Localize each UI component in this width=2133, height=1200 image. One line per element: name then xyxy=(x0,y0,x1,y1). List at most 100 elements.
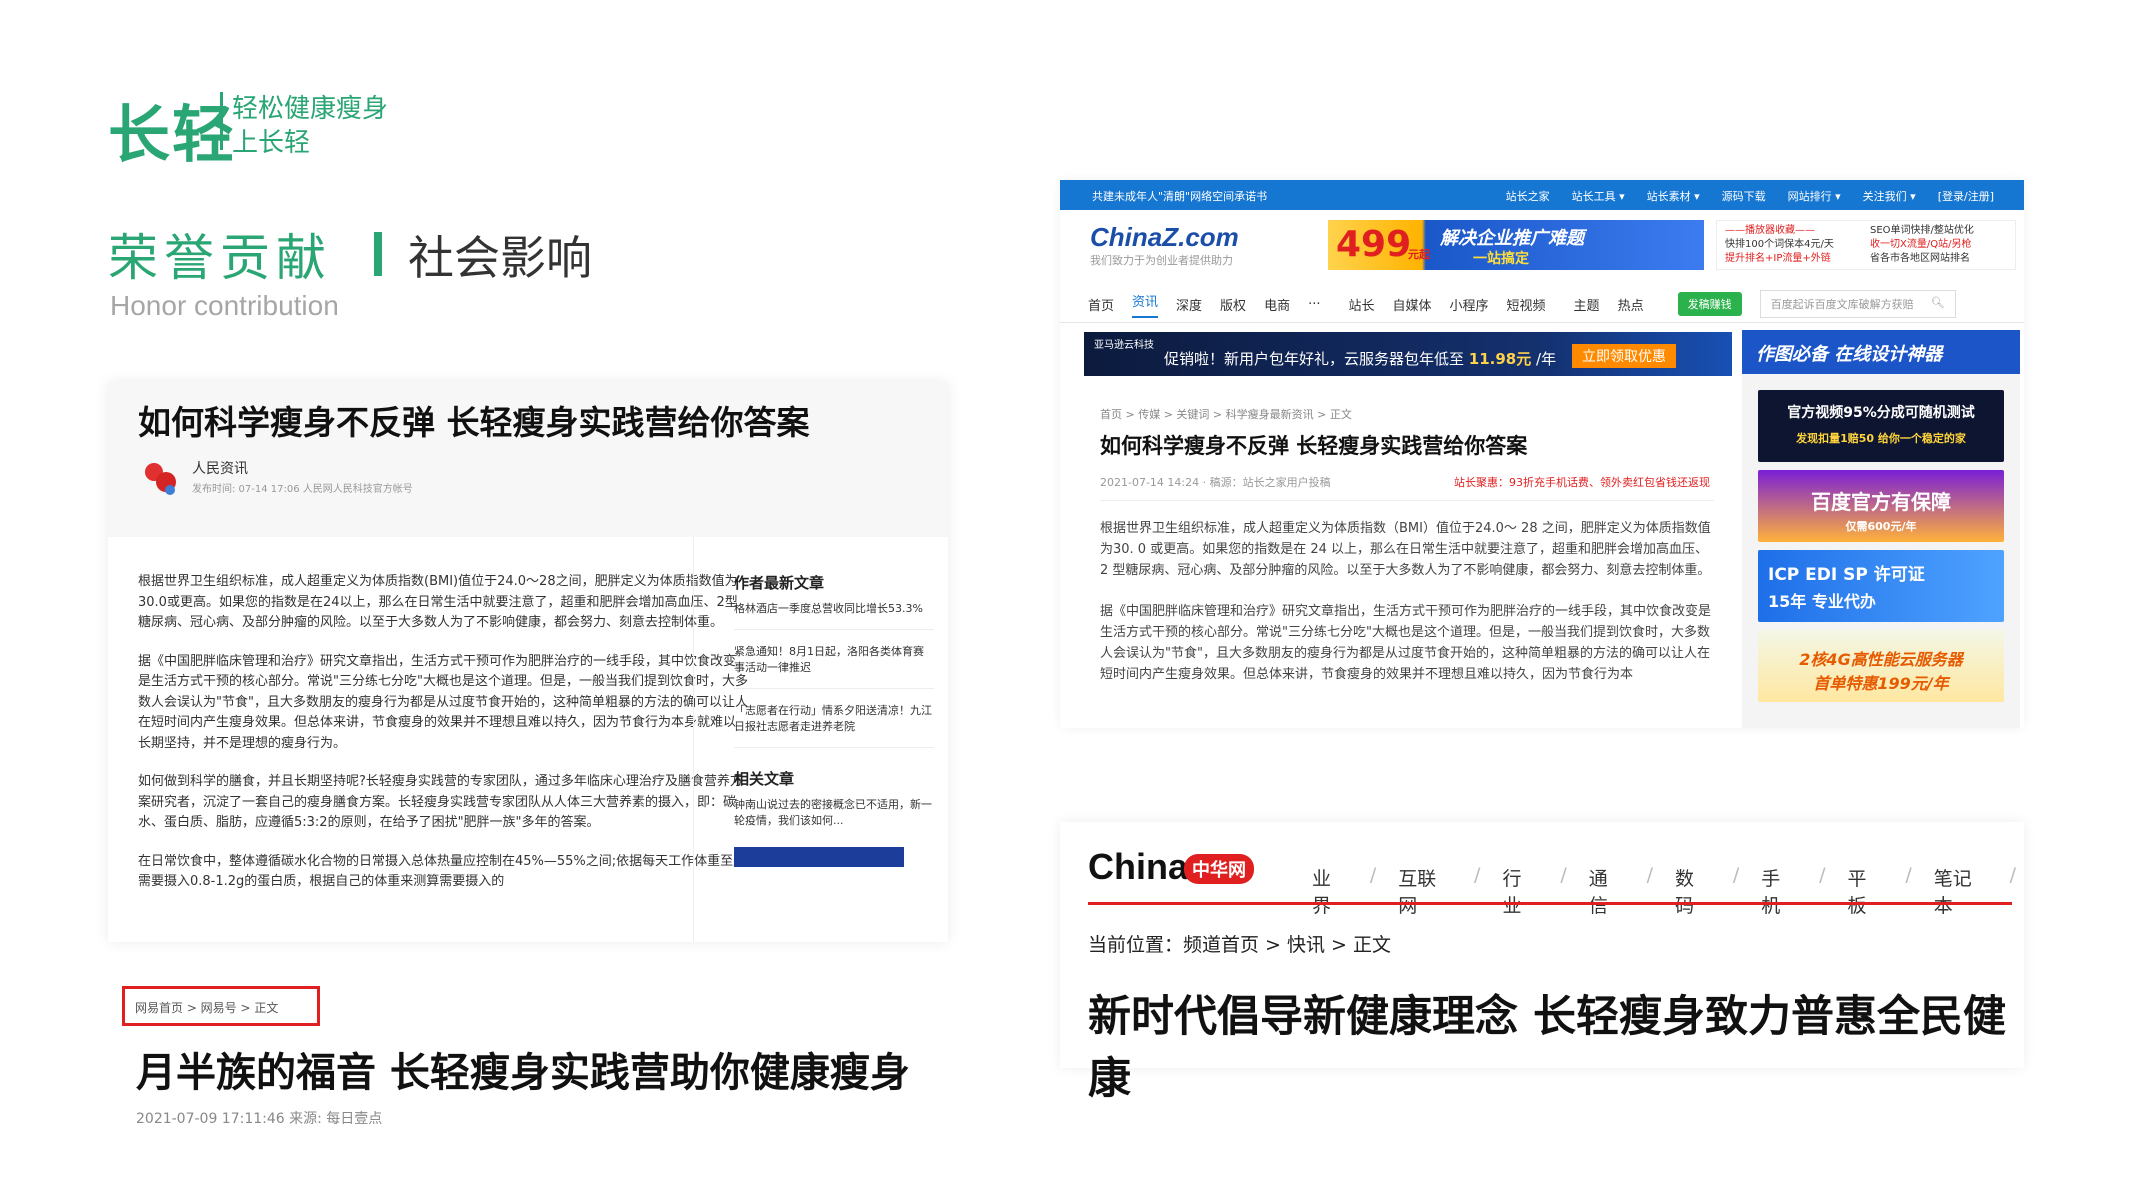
related-article-link[interactable]: 钟南山说过去的密接概念已不适用，新一轮疫情，我们该如何... xyxy=(734,797,934,841)
nav-item[interactable]: 深度 xyxy=(1176,295,1202,314)
nav-item[interactable]: 主题 xyxy=(1574,295,1600,314)
topbar-link[interactable]: 源码下载 xyxy=(1722,188,1766,204)
article-title[interactable]: 如何科学瘦身不反弹 长轻瘦身实践营给你答案 xyxy=(138,396,810,444)
nav-item[interactable]: 互联网 xyxy=(1384,864,1466,918)
netease-breadcrumb[interactable]: 网易首页 > 网易号 > 正文 xyxy=(135,999,278,1016)
login-link[interactable]: [登录/注册] xyxy=(1938,188,1994,204)
sidebar-article-link[interactable]: 格林酒店一季度总营收同比增长53.3% xyxy=(734,601,934,630)
nav-item[interactable]: 业界 xyxy=(1298,864,1362,918)
nav-item[interactable]: 电商 xyxy=(1264,295,1290,314)
text-ad-block[interactable]: ——播放器收藏—— SEO单词快排/整站优化 快排100个词保本4元/天 收一切… xyxy=(1716,220,2016,270)
sidebar-article-link[interactable]: 紧急通知！8月1日起，洛阳各类体育赛事活动一律推迟 xyxy=(734,644,934,689)
nav-item[interactable]: 笔记本 xyxy=(1920,864,2002,918)
ad-line: ICP EDI SP 许可证 xyxy=(1768,565,1925,585)
claim-offer-button[interactable]: 立即领取优惠 xyxy=(1572,344,1676,368)
nav-item[interactable]: 通信 xyxy=(1575,864,1639,918)
article-sidebar: 作者最新文章 格林酒店一季度总营收同比增长53.3% 紧急通知！8月1日起，洛阳… xyxy=(734,572,934,867)
article-paragraph: 根据世界卫生组织标准，成人超重定义为体质指数（BMI）值位于24.0～ 28 之… xyxy=(1100,521,1711,578)
article-meta: 2021-07-14 14:24 · 稿源：站长之家用户投稿 xyxy=(1100,476,1331,489)
nav-item[interactable]: 平板 xyxy=(1834,864,1898,918)
baidu-ad[interactable]: 百度官方有保障 仅需600元/年 xyxy=(1758,470,2004,542)
text-ad[interactable]: 收一切X流量/Q站/另枪 xyxy=(1870,238,2007,252)
nav-item[interactable]: 小程序 xyxy=(1450,295,1489,314)
ad-line: 仅需600元/年 xyxy=(1845,520,1917,533)
logo-divider xyxy=(220,92,223,150)
topbar-link[interactable]: 站长素材 ▾ xyxy=(1647,188,1700,204)
logo-slogan-2: 上长轻 xyxy=(232,128,311,158)
cloud-server-ad[interactable]: 2核4G高性能云服务器 首单特惠199元/年 xyxy=(1758,630,2004,702)
nav-item[interactable]: 热点 xyxy=(1618,295,1644,314)
topbar-link[interactable]: 站长工具 ▾ xyxy=(1572,188,1625,204)
banner-price: 11.98元 xyxy=(1468,350,1532,368)
nav-item[interactable]: 首页 xyxy=(1088,295,1114,314)
promo-banner[interactable]: 499 元起 解决企业推广难题 一站搞定 xyxy=(1328,220,1704,270)
page-subtitle: 社会影响 xyxy=(408,231,592,285)
nav-item[interactable]: 行业 xyxy=(1488,864,1552,918)
topbar-notice[interactable]: 共建未成年人"清朗"网络空间承诺书 xyxy=(1092,188,1267,204)
nav-item[interactable]: 自媒体 xyxy=(1393,295,1432,314)
topbar-link[interactable]: 站长之家 xyxy=(1506,188,1550,204)
chinaz-topbar: 共建未成年人"清朗"网络空间承诺书 站长之家 站长工具 ▾ 站长素材 ▾ 源码下… xyxy=(1060,180,2024,210)
netease-article-title[interactable]: 月半族的福音 长轻瘦身实践营助你健康瘦身 xyxy=(136,1040,910,1098)
search-input[interactable]: 百度起诉百度文库破解方获赔 🔍︎ xyxy=(1759,290,1956,318)
ad-line: 发现扣量1赔50 给你一个稳定的家 xyxy=(1796,432,1966,445)
video-ad[interactable]: 官方视频95%分成可随机测试 发现扣量1赔50 给你一个稳定的家 xyxy=(1758,390,2004,462)
topbar-link[interactable]: 关注我们 ▾ xyxy=(1863,188,1916,204)
breadcrumb[interactable]: 首页 > 传媒 > 关键词 > 科学瘦身最新资讯 > 正文 xyxy=(1100,406,1352,422)
ad-line: 15年 专业代办 xyxy=(1768,592,1876,611)
nav-divider xyxy=(1060,322,2024,323)
chinacom-article-card: China 中华网 业界 / 互联网 / 行业 / 通信 / 数码 / 手机 / 平板 / 笔… xyxy=(1060,822,2024,1104)
china-com-logo[interactable]: China xyxy=(1088,846,1188,888)
article-paragraph: 如何做到科学的膳食，并且长期坚持呢?长轻瘦身实践营的专家团队，通过多年临床心理治… xyxy=(138,774,743,830)
banner-price: 499 xyxy=(1336,224,1412,265)
text-ad[interactable]: 省各市各地区网站排名 xyxy=(1870,252,2007,266)
topbar-link[interactable]: 网站排行 ▾ xyxy=(1788,188,1841,204)
sidebar-heading-related: 相关文章 xyxy=(734,770,795,788)
nav-item[interactable]: 数码 xyxy=(1661,864,1725,918)
nav-item[interactable]: 手机 xyxy=(1747,864,1811,918)
banner-brand: 亚马逊云科技 xyxy=(1094,340,1154,351)
sidebar-article-link[interactable]: 「志愿者在行动」情系夕阳送清凉！九江日报社志愿者走进养老院 xyxy=(734,703,934,748)
design-tool-banner[interactable]: 作图必备 在线设计神器 xyxy=(1742,330,2020,374)
cloud-promo-banner[interactable]: 亚马逊云科技 促销啦！新用户包年好礼，云服务器包年低至 11.98元 /年 立即… xyxy=(1084,332,1732,376)
sidebar-heading-latest: 作者最新文章 xyxy=(734,574,825,592)
text-ad[interactable]: SEO单词快排/整站优化 xyxy=(1870,224,2007,238)
ad-sidebar: 作图必备 在线设计神器 官方视频95%分成可随机测试 发现扣量1赔50 给你一个… xyxy=(1742,330,2020,728)
banner-promo-text: 促销啦！新用户包年好礼，云服务器包年低至 xyxy=(1164,350,1465,368)
search-icon[interactable]: 🔍︎ xyxy=(1931,296,1945,312)
banner-text-2: 一站搞定 xyxy=(1473,251,1529,267)
text-ad[interactable]: ——播放器收藏—— xyxy=(1725,224,1862,238)
page-title-en: Honor contribution xyxy=(110,290,339,321)
netease-breadcrumb-highlight: 网易首页 > 网易号 > 正文 xyxy=(122,986,320,1026)
page-title: 荣誉贡献 xyxy=(108,229,332,287)
article-paragraph: 在日常饮食中，整体遵循碳水化合物的日常摄入总体热量应控制在45%—55%之间;依… xyxy=(138,853,747,890)
article-title: 新时代倡导新健康理念 长轻瘦身致力普惠全民健康 xyxy=(1088,992,2006,1104)
hot-deal-link[interactable]: 站长聚惠：93折充手机话费、领外卖红包省钱还返现 xyxy=(1454,474,1710,490)
banner-text: 促销啦！新用户包年好礼，云服务器包年低至 11.98元 /年 xyxy=(1164,348,1556,369)
nav-item[interactable]: 版权 xyxy=(1220,295,1246,314)
article-body: 根据世界卫生组织标准，成人超重定义为体质指数（BMI）值位于24.0～ 28 之… xyxy=(1100,518,1714,705)
meta-divider xyxy=(1100,500,1714,501)
text-ad[interactable]: 快排100个词保本4元/天 xyxy=(1725,238,1862,252)
nav-item[interactable]: 短视频 xyxy=(1507,295,1546,314)
nav-item-active[interactable]: 资讯 xyxy=(1132,291,1159,318)
license-ad[interactable]: ICP EDI SP 许可证 15年 专业代办 xyxy=(1758,550,2004,622)
more-icon[interactable]: ··· xyxy=(1308,297,1320,312)
breadcrumb[interactable]: 当前位置：频道首页 > 快讯 > 正文 xyxy=(1088,930,1391,957)
logo-slogan-1: 轻松健康瘦身 xyxy=(232,94,389,124)
article-source[interactable]: 人民资讯 xyxy=(192,458,248,478)
chinaz-slogan: 我们致力于为创业者提供助力 xyxy=(1090,254,1233,267)
zhonghuawang-logo[interactable]: 中华网 xyxy=(1184,854,1254,884)
banner-unit: /年 xyxy=(1536,350,1557,368)
post-article-button[interactable]: 发稿赚钱 xyxy=(1677,292,1742,316)
chinaz-logo[interactable]: ChinaZ.com xyxy=(1090,222,1239,253)
text-ad[interactable]: 提升排名+IP流量+外链 xyxy=(1725,252,1862,266)
article-paragraph: 据《中国肥胖临床管理和治疗》研究文章指出，生活方式干预可作为肥胖治疗的一线手段，… xyxy=(138,653,748,751)
search-placeholder: 百度起诉百度文库破解方获赔 xyxy=(1770,298,1914,311)
ad-line: 2核4G高性能云服务器 xyxy=(1799,650,1963,669)
nav-item[interactable]: 站长 xyxy=(1348,295,1374,314)
title-divider xyxy=(374,232,382,276)
people-news-logo-icon xyxy=(145,463,176,495)
related-article-thumbnail[interactable] xyxy=(734,847,904,867)
chinaz-nav: 首页 资讯 深度 版权 电商 ··· 站长 自媒体 小程序 短视频 主题 热点 … xyxy=(1088,290,1994,318)
